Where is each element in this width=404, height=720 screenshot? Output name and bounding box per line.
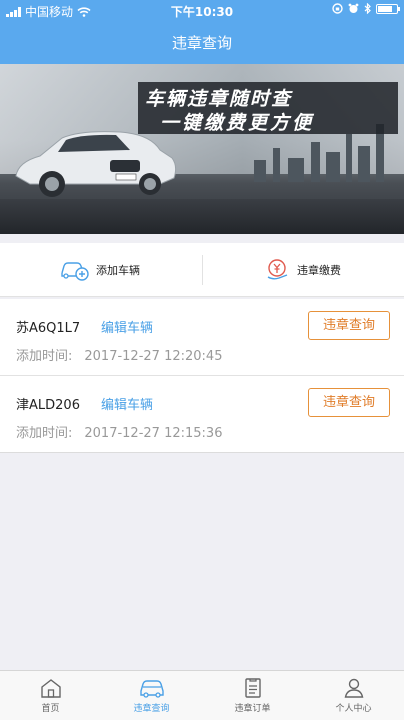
add-car-icon [61,262,89,281]
added-time-label: 添加时间: [16,426,73,441]
added-time-label: 添加时间: [16,349,73,364]
home-icon [40,679,61,698]
rotation-lock-icon [332,3,343,14]
actions-divider [202,255,203,285]
status-bar: 中国移动 下午10:30 [0,0,404,22]
tab-home[interactable]: 首页 [0,671,101,720]
bottom-tab-bar: 首页 违章查询 违章订单 个人中心 [0,670,404,720]
plate-number: 津ALD206 [16,398,80,413]
pay-violation-label: 违章缴费 [297,264,341,277]
tab-violation-orders[interactable]: 违章订单 [202,671,303,720]
query-violation-button[interactable]: 违章查询 [308,388,390,417]
vehicle-list: 苏A6Q1L7 编辑车辆 添加时间: 2017-12-27 12:20:45 违章… [0,299,404,453]
battery-icon [376,3,400,14]
tab-profile-label: 个人中心 [335,704,372,714]
alarm-icon [348,3,359,13]
page-title: 违章查询 [0,22,404,64]
tab-violation-query-label: 违章查询 [133,704,170,714]
pay-violation-button[interactable]: 违章缴费 [265,243,341,297]
tab-home-label: 首页 [41,704,60,714]
vehicle-row: 苏A6Q1L7 编辑车辆 添加时间: 2017-12-27 12:20:45 违章… [0,299,404,376]
status-right [332,3,400,14]
user-icon [344,678,363,698]
car-icon [139,680,164,698]
tab-violation-orders-label: 违章订单 [234,704,271,714]
payment-icon [267,259,288,280]
bluetooth-icon [364,3,371,14]
car-image [15,131,177,197]
promo-banner[interactable]: 车辆违章随时查 一键缴费更方便 [0,64,404,234]
edit-vehicle-link[interactable]: 编辑车辆 [101,317,153,336]
plate-number: 苏A6Q1L7 [16,321,81,336]
vehicle-row: 津ALD206 编辑车辆 添加时间: 2017-12-27 12:15:36 违章… [0,376,404,453]
quick-actions: 添加车辆 违章缴费 [0,243,404,297]
query-violation-button[interactable]: 违章查询 [308,311,390,340]
order-icon [244,678,261,698]
banner-road [0,199,404,234]
add-vehicle-label: 添加车辆 [96,264,140,277]
tab-violation-query[interactable]: 违章查询 [101,671,202,720]
edit-vehicle-link[interactable]: 编辑车辆 [101,394,153,413]
added-time: 添加时间: 2017-12-27 12:20:45 [16,345,222,364]
banner-headline-1: 车辆违章随时查 [145,88,293,110]
added-time-value: 2017-12-27 12:20:45 [84,349,223,364]
tab-profile[interactable]: 个人中心 [303,671,404,720]
added-time: 添加时间: 2017-12-27 12:15:36 [16,422,222,441]
add-vehicle-button[interactable]: 添加车辆 [60,243,140,297]
added-time-value: 2017-12-27 12:15:36 [84,426,223,441]
banner-headline-2: 一键缴费更方便 [160,112,315,134]
